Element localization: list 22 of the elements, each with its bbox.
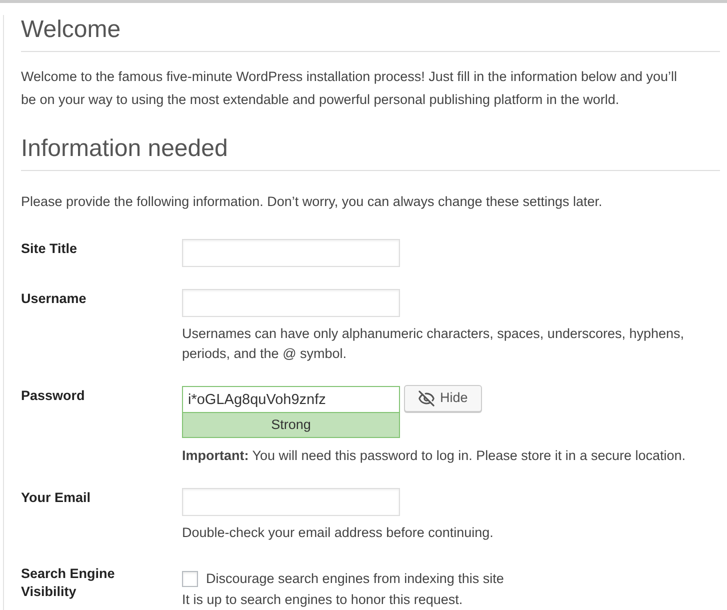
text-input[interactable]	[182, 239, 400, 267]
text-input[interactable]	[182, 289, 400, 317]
password-input[interactable]: i*oGLAg8quVoh9znfz	[182, 386, 400, 413]
help-text: Double-check your email address before continuing.	[182, 524, 494, 542]
page-heading: Welcome	[21, 15, 122, 45]
field-label: Search Engine Visibility	[21, 565, 116, 601]
section-heading: Information needed	[21, 134, 229, 164]
intro-paragraph: Welcome to the famous five-minute WordPress installation process! Just fill in the information below and you’ll be on your way to using the most extendable and powerful personal publishing platform in the world.	[21, 68, 678, 109]
hide-password-button[interactable]: Hide	[404, 385, 482, 412]
checkbox-label: Discourage search engines from indexing this site	[206, 571, 504, 587]
help-text: It is up to search engines to honor this request.	[182, 592, 464, 608]
field-label: Password	[21, 387, 86, 405]
field-label: Username	[21, 290, 88, 308]
field-label: Site Title	[21, 240, 78, 258]
text-input[interactable]	[182, 488, 400, 516]
checkbox[interactable]	[182, 571, 198, 587]
field-label: Your Email	[21, 489, 92, 507]
section-intro: Please provide the following information. Don’t worry, you can always change these settings later.	[21, 193, 604, 211]
help-text: Usernames can have only alphanumeric characters, spaces, underscores, hyphens, periods, and the @ symbol.	[182, 325, 686, 363]
eye-slash-icon	[418, 390, 435, 407]
password-strength-meter: Strong	[182, 413, 400, 438]
help-text: Important: You will need this password to log in. Please store it in a secure location.	[182, 447, 687, 465]
